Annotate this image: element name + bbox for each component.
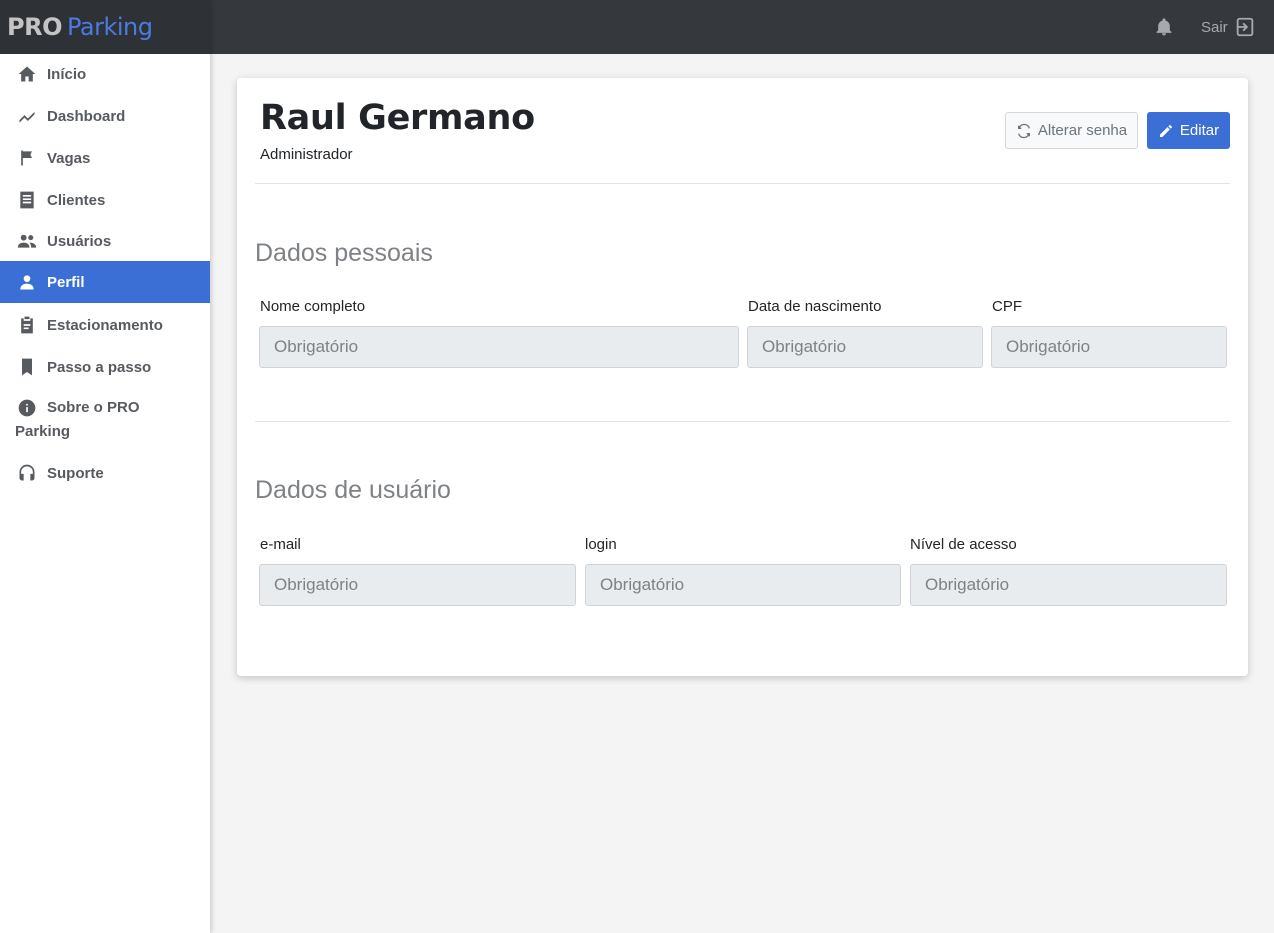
sidebar-item-label: Perfil xyxy=(47,273,85,291)
logout-label: Sair xyxy=(1201,18,1228,36)
profile-card: Raul Germano Administrador Alterar senha… xyxy=(237,78,1248,676)
home-icon xyxy=(15,62,39,86)
sidebar-item-label: Estacionamento xyxy=(47,316,163,334)
sidebar-item-label: Usuários xyxy=(47,232,112,250)
access-level-field[interactable] xyxy=(910,564,1227,606)
top-bar: Sair xyxy=(210,0,1274,54)
birth-date-field[interactable] xyxy=(747,326,983,368)
info-icon xyxy=(15,396,39,420)
login-field[interactable] xyxy=(585,564,901,606)
chart-line-icon xyxy=(15,104,39,128)
sidebar-item-label: Suporte xyxy=(47,464,104,482)
cpf-field[interactable] xyxy=(991,326,1227,368)
brand-parking: Parking xyxy=(66,13,153,41)
sidebar: PRO Parking Início Dashboard Vagas Clien… xyxy=(0,0,210,933)
logout-icon xyxy=(1236,17,1253,37)
sidebar-item-label-line2: Parking xyxy=(15,423,71,441)
sidebar-item-estacionamento[interactable]: Estacionamento xyxy=(0,304,210,346)
sidebar-item-passo-a-passo[interactable]: Passo a passo xyxy=(0,346,210,388)
list-icon xyxy=(15,188,39,212)
change-password-button[interactable]: Alterar senha xyxy=(1005,112,1138,149)
profile-role: Administrador xyxy=(260,146,353,163)
sidebar-item-label: Clientes xyxy=(47,191,106,209)
sidebar-item-clientes[interactable]: Clientes xyxy=(0,179,210,221)
edit-button[interactable]: Editar xyxy=(1147,112,1230,149)
sidebar-item-vagas[interactable]: Vagas xyxy=(0,137,210,179)
clipboard-icon xyxy=(15,313,39,337)
sidebar-item-perfil[interactable]: Perfil xyxy=(0,261,210,303)
profile-name: Raul Germano xyxy=(260,98,535,138)
bookmark-icon xyxy=(15,355,39,379)
email-field[interactable] xyxy=(259,564,576,606)
section-divider xyxy=(255,421,1230,422)
refresh-icon xyxy=(1017,123,1030,138)
login-label: login xyxy=(585,536,617,553)
sidebar-item-usuarios[interactable]: Usuários xyxy=(0,220,210,262)
sidebar-item-label: Início xyxy=(47,65,87,83)
users-icon xyxy=(15,229,39,253)
user-data-title: Dados de usuário xyxy=(255,476,451,504)
brand-logo[interactable]: PRO Parking xyxy=(0,0,210,54)
sidebar-item-label: Dashboard xyxy=(47,107,126,125)
sidebar-item-suporte[interactable]: Suporte xyxy=(0,452,210,494)
sidebar-item-inicio[interactable]: Início xyxy=(0,53,210,95)
logout-button[interactable]: Sair xyxy=(1201,15,1256,39)
email-label: e-mail xyxy=(260,536,301,553)
header-divider xyxy=(255,183,1230,184)
sidebar-item-sobre[interactable]: Sobre o PRO Parking xyxy=(0,396,210,444)
user-icon xyxy=(15,270,39,294)
edit-label: Editar xyxy=(1179,122,1220,139)
birth-date-label: Data de nascimento xyxy=(748,298,882,315)
headset-icon xyxy=(15,461,39,485)
sidebar-item-label-line1: Sobre o PRO xyxy=(47,399,140,416)
sidebar-item-dashboard[interactable]: Dashboard xyxy=(0,95,210,137)
pencil-icon xyxy=(1159,124,1172,137)
brand-pro: PRO xyxy=(7,13,62,41)
full-name-label: Nome completo xyxy=(260,298,366,315)
flag-icon xyxy=(15,146,39,170)
full-name-field[interactable] xyxy=(259,326,739,368)
cpf-label: CPF xyxy=(992,298,1022,315)
bell-icon[interactable] xyxy=(1154,16,1174,38)
sidebar-item-label: Passo a passo xyxy=(47,358,152,376)
change-password-label: Alterar senha xyxy=(1037,122,1128,139)
access-level-label: Nível de acesso xyxy=(910,536,1017,553)
personal-data-title: Dados pessoais xyxy=(255,239,433,267)
sidebar-item-label: Vagas xyxy=(47,149,91,167)
